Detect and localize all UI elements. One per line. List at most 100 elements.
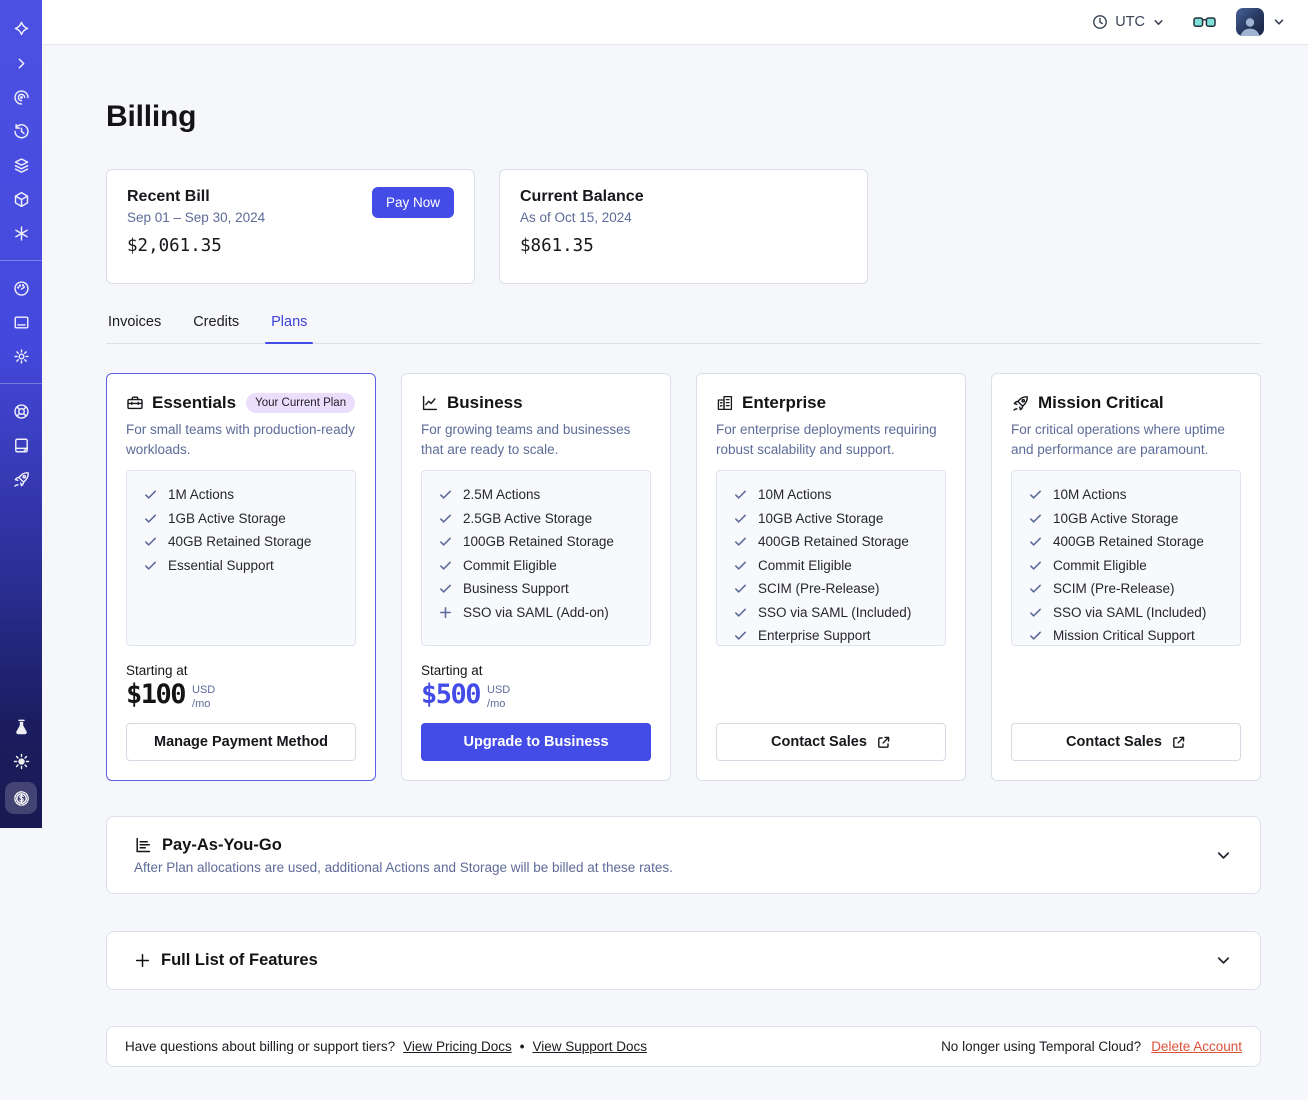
feature-label: Enterprise Support xyxy=(758,628,871,644)
recent-bill-card: Recent Bill Sep 01 – Sep 30, 2024 $2,061… xyxy=(106,169,475,284)
timezone-select[interactable]: UTC xyxy=(1092,14,1165,30)
sidebar-gear-icon[interactable] xyxy=(0,339,42,373)
clock-icon xyxy=(1092,14,1108,30)
delete-account-link[interactable]: Delete Account xyxy=(1151,1039,1242,1054)
plan-description: For critical operations where uptime and… xyxy=(1011,422,1225,457)
footer-bar: Have questions about billing or support … xyxy=(106,1026,1261,1067)
plan-button-label: Upgrade to Business xyxy=(463,734,609,750)
paygo-title: Pay-As-You-Go xyxy=(162,835,282,854)
feature-label: 400GB Retained Storage xyxy=(1053,534,1204,550)
footer-link-view-support-docs[interactable]: View Support Docs xyxy=(532,1039,647,1054)
plan-feature: 2.5M Actions xyxy=(438,487,634,502)
plan-feature: Commit Eligible xyxy=(733,558,929,573)
tab-credits[interactable]: Credits xyxy=(191,310,241,343)
check-icon xyxy=(1028,581,1043,596)
tab-plans[interactable]: Plans xyxy=(265,310,314,344)
plan-price-unit: USD/mo xyxy=(487,684,511,711)
plan-feature: 10M Actions xyxy=(1028,487,1224,502)
buildings-icon xyxy=(716,394,734,412)
sidebar-schedules-icon[interactable] xyxy=(0,114,42,148)
footer-question-row: Have questions about billing or support … xyxy=(125,1039,647,1054)
features-accordion[interactable]: Full List of Features xyxy=(106,931,1261,990)
plan-feature: 10M Actions xyxy=(733,487,929,502)
external-link-icon xyxy=(1171,735,1186,750)
sidebar-flask-icon[interactable] xyxy=(0,710,42,744)
account-menu-chevron-down-icon[interactable] xyxy=(1272,15,1286,29)
plan-button-upgrade-to-business[interactable]: Upgrade to Business xyxy=(421,723,651,761)
sidebar-billing-active-dollar-icon[interactable] xyxy=(5,782,37,814)
tab-invoices[interactable]: Invoices xyxy=(106,310,163,343)
footer-links: View Pricing Docs • View Support Docs xyxy=(403,1039,647,1054)
check-icon xyxy=(733,558,748,573)
plan-button-label: Manage Payment Method xyxy=(153,734,329,750)
plan-feature: 10GB Active Storage xyxy=(733,511,929,526)
billing-page: Billing Recent Bill Sep 01 – Sep 30, 202… xyxy=(42,45,1308,1067)
sidebar-billing-panel-icon[interactable] xyxy=(0,305,42,339)
page-title: Billing xyxy=(106,100,197,133)
sidebar-sun-icon[interactable] xyxy=(0,744,42,778)
feature-label: SCIM (Pre-Release) xyxy=(1053,581,1175,597)
timezone-label: UTC xyxy=(1115,14,1145,30)
feature-label: Essential Support xyxy=(168,557,274,573)
current-balance-asof: As of Oct 15, 2024 xyxy=(520,210,632,225)
check-icon xyxy=(1028,605,1043,620)
plan-feature: Enterprise Support xyxy=(733,628,929,643)
sidebar-asterisk-icon[interactable] xyxy=(0,216,42,250)
plans-grid: Essentials Your Current Plan For small tea… xyxy=(106,373,1261,781)
chart-icon xyxy=(421,394,439,412)
sidebar-docs-icon[interactable] xyxy=(0,428,42,462)
check-icon xyxy=(1028,534,1043,549)
plan-feature: SCIM (Pre-Release) xyxy=(733,581,929,596)
plan-price-unit: USD/mo xyxy=(192,684,216,711)
plan-feature: SCIM (Pre-Release) xyxy=(1028,581,1224,596)
chevron-down-icon xyxy=(1214,951,1233,970)
sidebar-chevron-right-icon[interactable] xyxy=(0,46,42,80)
footer-right-text: No longer using Temporal Cloud? xyxy=(941,1039,1142,1054)
feature-label: 10GB Active Storage xyxy=(1053,510,1179,526)
check-icon xyxy=(438,534,453,549)
check-icon xyxy=(733,534,748,549)
starting-at-label: Starting at xyxy=(421,663,483,679)
footer-question: Have questions about billing or support … xyxy=(125,1039,396,1054)
pay-now-button[interactable]: Pay Now xyxy=(371,187,454,218)
starting-at-label: Starting at xyxy=(126,663,188,679)
billing-tabs: Invoices Credits Plans xyxy=(106,310,1261,344)
plan-button-contact-sales[interactable]: Contact Sales xyxy=(1011,723,1241,761)
plan-feature: Essential Support xyxy=(143,558,339,573)
plan-feature: SSO via SAML (Included) xyxy=(1028,605,1224,620)
check-icon xyxy=(438,511,453,526)
plan-description: For growing teams and businesses that ar… xyxy=(421,422,631,457)
plus-icon xyxy=(134,952,151,969)
features-accordion-header: Full List of Features xyxy=(134,951,318,970)
plan-feature: 1M Actions xyxy=(143,487,339,502)
labs-glasses-icon[interactable] xyxy=(1193,15,1216,30)
plan-feature: Commit Eligible xyxy=(438,558,634,573)
avatar[interactable] xyxy=(1236,8,1264,36)
feature-label: 40GB Retained Storage xyxy=(168,534,312,550)
plan-button-manage-payment-method[interactable]: Manage Payment Method xyxy=(126,723,356,761)
plan-feature: 2.5GB Active Storage xyxy=(438,511,634,526)
sidebar-support-icon[interactable] xyxy=(0,394,42,428)
feature-label: 1GB Active Storage xyxy=(168,510,286,526)
current-plan-badge: Your Current Plan xyxy=(246,393,356,413)
paygo-accordion[interactable]: Pay-As-You-Go After Plan allocations are… xyxy=(106,816,1261,894)
recent-bill-amount: $2,061.35 xyxy=(127,236,222,256)
check-icon xyxy=(733,487,748,502)
plan-card-mission-critical: Mission Critical For critical operations … xyxy=(991,373,1261,781)
footer-link-separator: • xyxy=(519,1039,525,1054)
feature-label: 10M Actions xyxy=(758,487,832,503)
sidebar-temporal-logo-icon[interactable] xyxy=(0,12,42,46)
sidebar-namespaces-icon[interactable] xyxy=(0,80,42,114)
feature-label: 100GB Retained Storage xyxy=(463,534,614,550)
sidebar-usage-icon[interactable] xyxy=(0,271,42,305)
sidebar-layers-icon[interactable] xyxy=(0,148,42,182)
plan-pricing: Starting at $100 USD/mo xyxy=(126,663,356,712)
current-balance-title: Current Balance xyxy=(520,188,644,205)
plan-button-contact-sales[interactable]: Contact Sales xyxy=(716,723,946,761)
plan-feature: Commit Eligible xyxy=(1028,558,1224,573)
plan-price: $500 xyxy=(421,679,482,711)
sidebar-cube-icon[interactable] xyxy=(0,182,42,216)
plan-feature: SSO via SAML (Included) xyxy=(733,605,929,620)
footer-link-view-pricing-docs[interactable]: View Pricing Docs xyxy=(403,1039,512,1054)
sidebar-rocket-icon[interactable] xyxy=(0,462,42,496)
